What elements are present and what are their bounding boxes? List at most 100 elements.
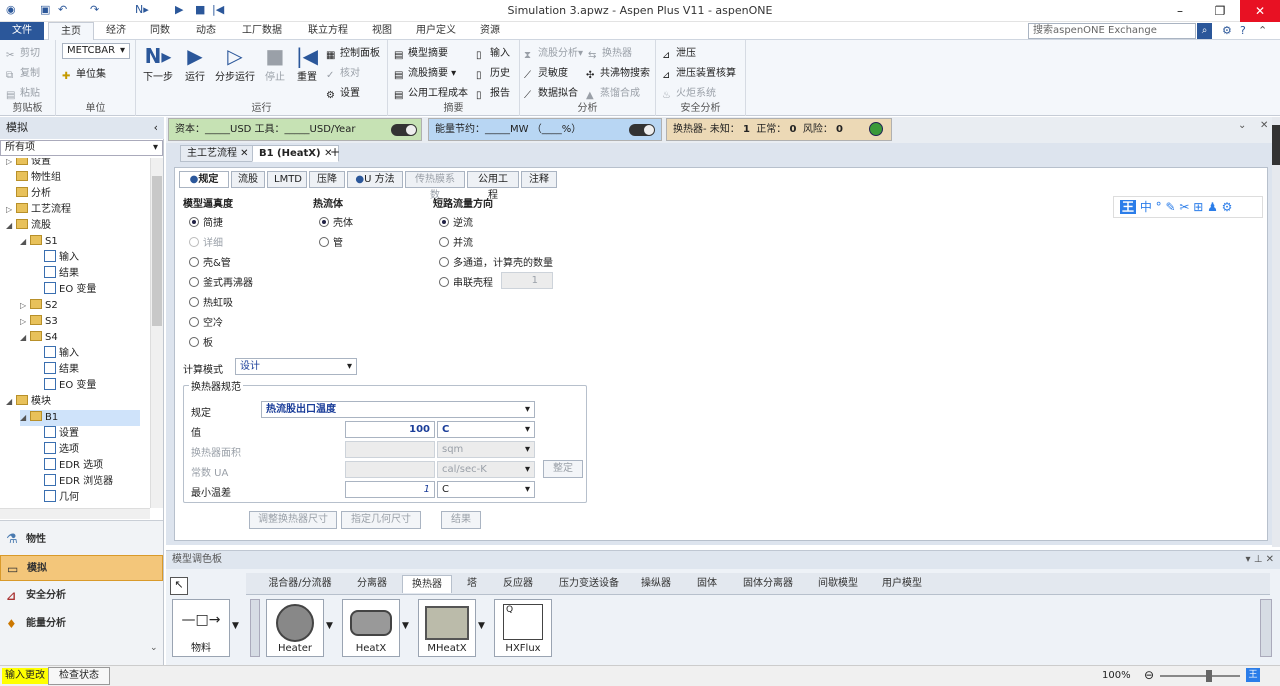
tab-b1-heatx[interactable]: B1 (HeatX) ✕ <box>252 145 340 162</box>
more-nav-icon[interactable]: ⌄ <box>150 643 158 653</box>
model-fidelity-option[interactable]: 热虹吸 <box>189 294 233 309</box>
flow-multipass[interactable]: 多通道，计算壳的数量 <box>439 254 553 269</box>
tree-item[interactable]: EDR 选项 <box>34 458 103 474</box>
ua-set-button[interactable]: 整定 <box>543 460 583 478</box>
tree-item[interactable]: 选项 <box>34 442 79 458</box>
palette-item-material[interactable]: —□→ 物料 <box>172 599 230 657</box>
form-tab-pressure-drop[interactable]: 压降 <box>309 171 345 188</box>
tree-item[interactable]: ◢ S4 <box>20 330 58 346</box>
palette-tab-manipulators[interactable]: 操纵器 <box>638 575 674 593</box>
tree-item[interactable]: 物性组 <box>6 170 61 186</box>
input-button[interactable]: ▯ 输入 <box>476 44 510 62</box>
tab-plant-data[interactable]: 工厂数据 <box>232 22 292 40</box>
calc-mode-select[interactable]: 设计 <box>235 358 357 375</box>
add-tab-icon[interactable]: + <box>330 145 340 159</box>
control-panel-button[interactable]: ▦ 控制面板 <box>326 44 380 62</box>
palette-scroll-left[interactable] <box>250 599 260 657</box>
tree-item[interactable]: 输入 <box>34 250 79 266</box>
unit-sets-button[interactable]: ✚ 单位集 <box>62 65 106 83</box>
heater-dropdown-icon[interactable]: ▼ <box>326 621 333 631</box>
hot-fluid-shell[interactable]: 壳体 <box>319 214 353 229</box>
next-button[interactable]: N▸ 下一步 <box>142 44 174 83</box>
check-status-button[interactable]: 检查状态 <box>48 667 110 685</box>
radio-tube[interactable] <box>319 237 329 247</box>
palette-tab-solid-separators[interactable]: 固体分离器 <box>740 575 796 593</box>
fidelity-radio[interactable] <box>189 297 199 307</box>
tree-item[interactable]: 设置 <box>34 426 79 442</box>
tree-item[interactable]: ▷ S2 <box>20 298 58 314</box>
energy-toggle[interactable] <box>629 124 655 136</box>
settings-icon[interactable]: ⚙ <box>1222 24 1232 37</box>
flow-series-shells[interactable]: 串联壳程 <box>439 274 493 289</box>
palette-scroll-right[interactable] <box>1260 599 1272 657</box>
expander-icon[interactable]: ◢ <box>20 410 30 426</box>
right-scrollbar[interactable] <box>1272 117 1280 547</box>
tab-home[interactable]: 主页 <box>48 22 94 40</box>
palette-tab-columns[interactable]: 塔 <box>460 575 484 593</box>
min-temp-input[interactable]: 1 <box>345 481 435 498</box>
minimize-button[interactable]: – <box>1160 0 1200 22</box>
stream-summary-button[interactable]: ▤ 流股摘要 ▾ <box>394 64 456 82</box>
palette-tab-solids[interactable]: 固体 <box>692 575 722 593</box>
form-tab-comments[interactable]: 注释 <box>521 171 557 188</box>
expander-icon[interactable]: ◢ <box>20 330 30 346</box>
tab-dynamics[interactable]: 动态 <box>186 22 226 40</box>
palette-item-heatx[interactable]: HeatX <box>342 599 400 657</box>
radio-multipass[interactable] <box>439 257 449 267</box>
tree-item[interactable]: ◢ S1 <box>20 234 58 250</box>
min-temp-unit-select[interactable]: C <box>437 481 535 498</box>
expander-icon[interactable]: ◢ <box>6 394 16 410</box>
tree-item[interactable]: ◢ 流股 <box>6 218 51 234</box>
expander-icon[interactable]: ▷ <box>20 314 30 330</box>
ime-tray-icon[interactable]: 王 <box>1246 668 1260 682</box>
fidelity-radio[interactable] <box>189 217 199 227</box>
radio-counter[interactable] <box>439 217 449 227</box>
tree-item[interactable]: 分析 <box>6 186 51 202</box>
palette-tab-batch[interactable]: 间歇模型 <box>814 575 862 593</box>
nav-energy[interactable]: ♦ 能量分析 <box>0 611 163 637</box>
tree-item[interactable]: EO 变量 <box>34 282 96 298</box>
radio-series[interactable] <box>439 277 449 287</box>
nav-simulation[interactable]: ▭ 模拟 <box>0 555 163 581</box>
model-fidelity-option[interactable]: 壳&管 <box>189 254 231 269</box>
form-tab-u-methods[interactable]: ●U 方法 <box>347 171 403 188</box>
right-scroll-thumb[interactable] <box>1272 125 1280 165</box>
navigator-filter-select[interactable]: 所有项 <box>0 140 163 156</box>
zoom-out-icon[interactable]: ⊖ <box>1144 668 1154 682</box>
stop-button[interactable]: ■ 停止 <box>260 44 290 83</box>
collapse-nav-icon[interactable]: ‹ <box>154 117 158 139</box>
tree-item[interactable]: ▷ S3 <box>20 314 58 330</box>
close-button[interactable]: ✕ <box>1240 0 1280 22</box>
radio-shell[interactable] <box>319 217 329 227</box>
run-button[interactable]: ▶ 运行 <box>180 44 210 83</box>
tree-item[interactable]: 结果 <box>34 266 79 282</box>
expander-icon[interactable]: ▷ <box>6 202 16 218</box>
spec-select[interactable]: 热流股出口温度 <box>261 401 535 418</box>
palette-tab-separators[interactable]: 分离器 <box>350 575 394 593</box>
tab-file[interactable]: 文件 <box>0 22 44 40</box>
cost-toggle[interactable] <box>391 124 417 136</box>
tab-view[interactable]: 视图 <box>362 22 402 40</box>
flow-co[interactable]: 并流 <box>439 234 473 249</box>
form-tab-streams[interactable]: 流股 <box>231 171 265 188</box>
relief-rating-button[interactable]: ⊿ 泄压装置核算 <box>662 64 736 82</box>
tree-hscrollbar[interactable] <box>0 508 150 519</box>
stream-analysis-button[interactable]: ⧗ 流股分析▾ <box>524 44 583 62</box>
tree-item[interactable]: ▷ 工艺流程 <box>6 202 71 218</box>
palette-tab-exchangers[interactable]: 换热器 <box>402 575 452 593</box>
check-button[interactable]: ✓ 核对 <box>326 64 360 82</box>
fidelity-radio[interactable] <box>189 317 199 327</box>
form-tab-utilities[interactable]: 公用工程 <box>467 171 519 201</box>
nav-properties[interactable]: ⚗ 物性 <box>0 527 163 553</box>
model-fidelity-option[interactable]: 板 <box>189 334 213 349</box>
material-dropdown-icon[interactable]: ▼ <box>232 621 239 631</box>
tab-economics[interactable]: 经济 <box>98 22 134 40</box>
model-fidelity-option[interactable]: 釜式再沸器 <box>189 274 253 289</box>
model-fidelity-option[interactable]: 空冷 <box>189 314 223 329</box>
radio-co[interactable] <box>439 237 449 247</box>
palette-tab-mixers[interactable]: 混合器/分流器 <box>264 575 336 593</box>
sensitivity-button[interactable]: ⟋ 灵敏度 <box>524 64 568 82</box>
expander-icon[interactable]: ◢ <box>6 218 16 234</box>
expand-icon[interactable]: ⌄ <box>1238 120 1246 131</box>
zoom-slider[interactable] <box>1160 670 1240 682</box>
